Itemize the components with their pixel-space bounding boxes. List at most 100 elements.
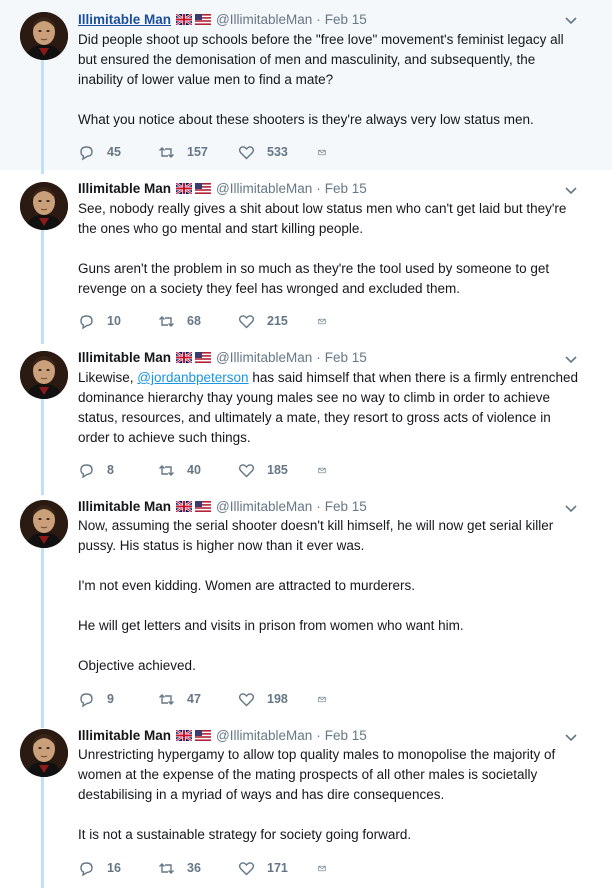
author-handle[interactable]: @IllimitableMan <box>216 181 312 196</box>
heart-icon <box>238 861 255 875</box>
author-handle[interactable]: @IllimitableMan <box>216 350 312 365</box>
like-count: 171 <box>267 861 288 875</box>
retweet-button[interactable]: 47 <box>158 691 238 708</box>
retweet-button[interactable]: 40 <box>158 462 238 479</box>
avatar[interactable] <box>20 351 68 399</box>
mention-link[interactable]: @jordanbpeterson <box>137 370 248 385</box>
chevron-down-icon[interactable] <box>564 501 578 515</box>
avatar[interactable] <box>20 729 68 777</box>
like-count: 185 <box>267 463 288 477</box>
like-button[interactable]: 171 <box>238 860 318 877</box>
reply-icon <box>80 145 93 160</box>
tweet-text: Now, assuming the serial shooter doesn't… <box>78 516 583 676</box>
uk-flag-icon <box>176 729 193 741</box>
tweet-paragraph: What you notice about these shooters is … <box>78 112 534 127</box>
us-flag-icon <box>195 182 212 194</box>
author-handle[interactable]: @IllimitableMan <box>216 12 312 27</box>
author-handle[interactable]: @IllimitableMan <box>216 728 312 743</box>
like-count: 533 <box>267 145 288 159</box>
flag-icons <box>176 729 212 741</box>
tweet-header: Illimitable Man @IllimitableMan · Feb 15 <box>78 348 367 366</box>
author-name[interactable]: Illimitable Man <box>78 181 171 196</box>
reply-icon <box>80 692 93 707</box>
tweet-actions: 8 40 185 <box>78 460 338 480</box>
author-handle[interactable]: @IllimitableMan <box>216 499 312 514</box>
tweet-date[interactable]: Feb 15 <box>325 350 367 365</box>
author-name[interactable]: Illimitable Man <box>78 728 171 743</box>
retweet-icon <box>159 464 174 476</box>
mail-icon <box>318 696 326 702</box>
direct-message-button[interactable] <box>318 313 338 330</box>
reply-icon <box>80 463 93 478</box>
author-name[interactable]: Illimitable Man <box>78 350 171 365</box>
direct-message-button[interactable] <box>318 462 338 479</box>
reply-button[interactable]: 9 <box>78 691 158 708</box>
chevron-down-icon[interactable] <box>564 730 578 744</box>
tweet-actions: 45 157 533 <box>78 142 338 162</box>
retweet-button[interactable]: 68 <box>158 313 238 330</box>
avatar[interactable] <box>20 500 68 548</box>
chevron-down-icon[interactable] <box>564 352 578 366</box>
reply-button[interactable]: 8 <box>78 462 158 479</box>
direct-message-button[interactable] <box>318 691 338 708</box>
like-button[interactable]: 533 <box>238 144 318 161</box>
tweet-paragraph: See, nobody really gives a shit about lo… <box>78 201 567 236</box>
like-button[interactable]: 185 <box>238 462 318 479</box>
chevron-down-icon[interactable] <box>564 183 578 197</box>
thread-line <box>41 60 44 174</box>
separator-dot: · <box>316 11 321 27</box>
direct-message-button[interactable] <box>318 860 338 877</box>
direct-message-button[interactable] <box>318 144 338 161</box>
tweet-date[interactable]: Feb 15 <box>325 181 367 196</box>
like-button[interactable]: 198 <box>238 691 318 708</box>
reply-button[interactable]: 10 <box>78 313 158 330</box>
chevron-down-icon[interactable] <box>564 13 578 27</box>
tweet-date[interactable]: Feb 15 <box>325 12 367 27</box>
tweet-actions: 9 47 198 <box>78 689 338 709</box>
reply-count: 9 <box>107 692 114 706</box>
mail-icon <box>318 318 326 324</box>
heart-icon <box>238 463 255 477</box>
tweet-paragraph: I'm not even kidding. Women are attracte… <box>78 578 415 593</box>
tweet-header: Illimitable Man @IllimitableMan · Feb 15 <box>78 179 367 197</box>
retweet-button[interactable]: 36 <box>158 860 238 877</box>
thread-line <box>41 399 44 495</box>
reply-count: 16 <box>107 861 121 875</box>
retweet-icon <box>159 146 174 158</box>
heart-icon <box>238 314 255 328</box>
mail-icon <box>318 149 326 155</box>
avatar[interactable] <box>20 12 68 60</box>
author-name[interactable]: Illimitable Man <box>78 499 171 514</box>
thread-line <box>41 230 44 344</box>
tweet-text: Unrestricting hypergamy to allow top qua… <box>78 745 583 845</box>
uk-flag-icon <box>176 500 193 512</box>
thread-line <box>41 548 44 728</box>
reply-button[interactable]: 45 <box>78 144 158 161</box>
reply-icon <box>80 314 93 329</box>
flag-icons <box>176 13 212 25</box>
retweet-button[interactable]: 157 <box>158 144 238 161</box>
us-flag-icon <box>195 729 212 741</box>
tweet-paragraph: Objective achieved. <box>78 658 196 673</box>
retweet-count: 68 <box>187 314 201 328</box>
tweet-header: Illimitable Man @IllimitableMan · Feb 15 <box>78 726 367 744</box>
retweet-count: 40 <box>187 463 201 477</box>
retweet-count: 157 <box>187 145 208 159</box>
like-button[interactable]: 215 <box>238 313 318 330</box>
mail-icon <box>318 865 326 871</box>
us-flag-icon <box>195 13 212 25</box>
us-flag-icon <box>195 500 212 512</box>
avatar[interactable] <box>20 182 68 230</box>
tweet-actions: 10 68 215 <box>78 311 338 331</box>
tweet-date[interactable]: Feb 15 <box>325 728 367 743</box>
separator-dot: · <box>316 180 321 196</box>
tweet-header: Illimitable Man @IllimitableMan · Feb 15 <box>78 10 367 28</box>
tweet-paragraph: It is not a sustainable strategy for soc… <box>78 827 412 842</box>
like-count: 198 <box>267 692 288 706</box>
author-name[interactable]: Illimitable Man <box>78 12 171 27</box>
tweet-date[interactable]: Feb 15 <box>325 499 367 514</box>
like-count: 215 <box>267 314 288 328</box>
retweet-icon <box>159 315 174 327</box>
us-flag-icon <box>195 351 212 363</box>
reply-button[interactable]: 16 <box>78 860 158 877</box>
